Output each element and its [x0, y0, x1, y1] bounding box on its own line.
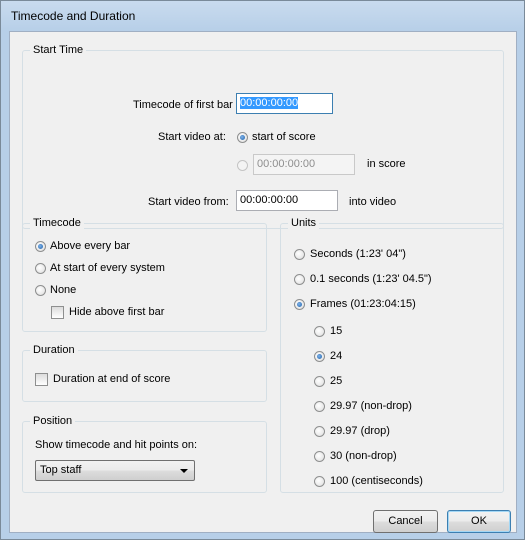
units-group: Units Seconds (1:23' 04") 0.1 seconds (1…	[280, 217, 504, 493]
in-score-input[interactable]: 00:00:00:00	[253, 154, 355, 175]
fps-2997-nondrop-label: 29.97 (non-drop)	[330, 400, 412, 412]
fps-2997-drop-label: 29.97 (drop)	[330, 425, 390, 437]
start-of-score-label: start of score	[252, 131, 316, 143]
timecode-first-bar-label: Timecode of first bar	[133, 99, 233, 111]
duration-at-end-label: Duration at end of score	[53, 373, 171, 385]
duration-title: Duration	[30, 344, 78, 357]
into-video-label: into video	[349, 196, 397, 208]
fps-15-label: 15	[330, 325, 343, 337]
fps-100-label: 100 (centiseconds)	[330, 475, 423, 487]
start-every-system-label: At start of every system	[50, 262, 165, 274]
start-time-group: Start Time Timecode of first bar 00:00:0…	[22, 44, 504, 229]
seconds-radio[interactable]	[294, 249, 305, 260]
fps-2997-drop-radio[interactable]	[314, 426, 325, 437]
position-title: Position	[30, 415, 76, 428]
fps-24-label: 24	[330, 350, 343, 362]
start-of-score-radio[interactable]	[237, 132, 248, 143]
frames-radio[interactable]	[294, 299, 305, 310]
timecode-title: Timecode	[30, 217, 84, 230]
fps-30-nondrop-label: 30 (non-drop)	[330, 450, 397, 462]
timecode-group: Timecode Above every bar At start of eve…	[22, 217, 267, 332]
dialog-window: Timecode and Duration Start Time Timecod…	[0, 0, 525, 540]
start-time-title: Start Time	[30, 44, 87, 57]
show-timecode-label: Show timecode and hit points on:	[35, 439, 198, 451]
fps-24-radio[interactable]	[314, 351, 325, 362]
above-every-bar-radio[interactable]	[35, 241, 46, 252]
fps-15-radio[interactable]	[314, 326, 325, 337]
units-title: Units	[288, 217, 320, 230]
above-every-bar-label: Above every bar	[50, 240, 131, 252]
start-every-system-radio[interactable]	[35, 263, 46, 274]
title-bar: Timecode and Duration	[1, 1, 524, 31]
dialog-body: Start Time Timecode of first bar 00:00:0…	[9, 31, 517, 533]
fps-30-nondrop-radio[interactable]	[314, 451, 325, 462]
hide-above-first-bar-checkbox[interactable]	[51, 306, 64, 319]
hide-above-first-bar-label: Hide above first bar	[69, 306, 165, 318]
fps-25-label: 25	[330, 375, 343, 387]
start-video-from-label: Start video from:	[148, 196, 229, 208]
position-dropdown-value: Top staff	[40, 464, 82, 476]
fps-100-radio[interactable]	[314, 476, 325, 487]
tenth-seconds-radio[interactable]	[294, 274, 305, 285]
timecode-first-bar-input[interactable]: 00:00:00:00	[236, 93, 333, 114]
position-group: Position Show timecode and hit points on…	[22, 415, 267, 493]
in-score-label: in score	[367, 158, 406, 170]
duration-at-end-checkbox[interactable]	[35, 373, 48, 386]
cancel-button[interactable]: Cancel	[373, 510, 438, 533]
none-radio[interactable]	[35, 285, 46, 296]
start-video-from-input[interactable]: 00:00:00:00	[236, 190, 338, 211]
frames-label: Frames (01:23:04:15)	[310, 298, 416, 310]
none-label: None	[50, 284, 77, 296]
window-title: Timecode and Duration	[11, 9, 136, 23]
fps-25-radio[interactable]	[314, 376, 325, 387]
fps-2997-nondrop-radio[interactable]	[314, 401, 325, 412]
duration-group: Duration Duration at end of score	[22, 344, 267, 402]
seconds-label: Seconds (1:23' 04")	[310, 248, 406, 260]
ok-button[interactable]: OK	[447, 510, 511, 533]
position-dropdown[interactable]: Top staff	[35, 460, 195, 481]
tenth-seconds-label: 0.1 seconds (1:23' 04.5")	[310, 273, 432, 285]
chevron-down-icon	[180, 469, 188, 473]
start-video-at-label: Start video at:	[158, 131, 226, 143]
in-score-radio[interactable]	[237, 160, 248, 171]
